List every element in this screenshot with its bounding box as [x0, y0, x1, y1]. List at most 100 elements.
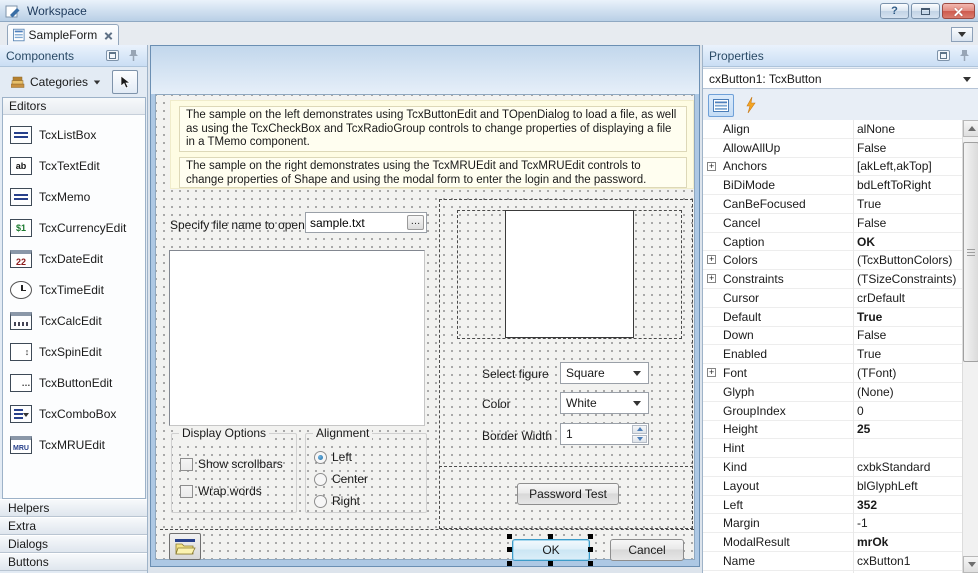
component-item[interactable]: TcxMRUEdit	[5, 429, 143, 460]
category-bar-extra[interactable]: Extra	[0, 517, 147, 535]
property-row[interactable]: EnabledTrue	[703, 345, 978, 364]
selection-handle[interactable]	[507, 534, 512, 539]
color-combobox[interactable]: White	[560, 392, 649, 414]
component-item[interactable]: TcxListBox	[5, 119, 143, 150]
align-left-radio[interactable]: Left	[314, 450, 352, 464]
scroll-up-button[interactable]	[963, 120, 978, 137]
tab-sampleform[interactable]: SampleForm	[7, 24, 119, 45]
categories-button[interactable]: Categories	[4, 70, 108, 94]
section-header-editors[interactable]: Editors	[3, 98, 145, 115]
property-row[interactable]: CanBeFocusedTrue	[703, 195, 978, 214]
property-row[interactable]: Colors(TcxButtonColors)	[703, 251, 978, 270]
pin-icon[interactable]	[128, 49, 139, 62]
checkbox-icon	[180, 485, 193, 498]
align-right-radio[interactable]: Right	[314, 494, 360, 508]
object-selector[interactable]: cxButton1: TcxButton	[703, 68, 978, 89]
component-item[interactable]: TcxTextEdit	[5, 150, 143, 181]
form-icon	[13, 28, 25, 42]
close-button[interactable]	[942, 3, 975, 19]
component-item[interactable]: TcxCalcEdit	[5, 305, 143, 336]
display-options-group[interactable]: Display Options Show scrollbars Wrap wor…	[171, 433, 297, 513]
property-row[interactable]: Anchors[akLeft,akTop]	[703, 158, 978, 177]
memo-icon	[10, 188, 32, 206]
property-row[interactable]: AllowAllUpFalse	[703, 139, 978, 158]
restore-panel-icon[interactable]	[106, 50, 119, 61]
ok-button[interactable]: OK	[512, 539, 590, 561]
selection-handle[interactable]	[548, 534, 553, 539]
category-bar-helpers[interactable]: Helpers	[0, 499, 147, 517]
property-row[interactable]: AlignalNone	[703, 120, 978, 139]
component-item[interactable]: TcxComboBox	[5, 398, 143, 429]
align-center-radio[interactable]: Center	[314, 472, 368, 486]
property-row[interactable]: Hint	[703, 439, 978, 458]
column-divider	[853, 120, 854, 573]
category-bar-buttons[interactable]: Buttons	[0, 553, 147, 571]
properties-view-button[interactable]	[708, 94, 734, 117]
expand-icon[interactable]	[707, 274, 716, 283]
restore-panel-icon[interactable]	[937, 50, 950, 61]
component-item[interactable]: TcxMemo	[5, 181, 143, 212]
component-item[interactable]: TcxButtonEdit	[5, 367, 143, 398]
property-row[interactable]: GroupIndex0	[703, 402, 978, 421]
time-icon	[10, 281, 32, 299]
scroll-down-button[interactable]	[963, 556, 978, 573]
designer-surface[interactable]: The sample on the left demonstrates usin…	[155, 94, 695, 560]
property-row[interactable]: Height25	[703, 421, 978, 440]
memo-control[interactable]	[169, 250, 425, 426]
scrollbar-thumb[interactable]	[963, 142, 978, 362]
property-row[interactable]: Constraints(TSizeConstraints)	[703, 270, 978, 289]
cancel-button[interactable]: Cancel	[610, 539, 684, 561]
minimize-button[interactable]	[911, 3, 940, 19]
shape-control[interactable]	[505, 210, 634, 338]
browse-button[interactable]: …	[407, 215, 424, 230]
property-row[interactable]: LayoutblGlyphLeft	[703, 477, 978, 496]
events-view-button[interactable]	[738, 94, 764, 117]
figure-combobox[interactable]: Square	[560, 362, 649, 384]
password-test-button[interactable]: Password Test	[517, 483, 619, 505]
property-row[interactable]: NamecxButton1	[703, 552, 978, 571]
alignment-title: Alignment	[313, 426, 372, 440]
expand-icon[interactable]	[707, 162, 716, 171]
component-item[interactable]: TcxCurrencyEdit	[5, 212, 143, 243]
component-item[interactable]: TcxDateEdit	[5, 243, 143, 274]
property-row[interactable]: CancelFalse	[703, 214, 978, 233]
property-row[interactable]: Margin-1	[703, 514, 978, 533]
property-row[interactable]: CursorcrDefault	[703, 289, 978, 308]
info-panel[interactable]: The sample on the left demonstrates usin…	[170, 100, 694, 189]
wrap-words-checkbox[interactable]: Wrap words	[180, 484, 262, 498]
border-width-spinedit[interactable]: 1	[560, 423, 649, 445]
selection-handle[interactable]	[588, 547, 593, 552]
component-item[interactable]: TcxTimeEdit	[5, 274, 143, 305]
selection-handle[interactable]	[548, 561, 553, 566]
select-cursor-button[interactable]	[112, 70, 138, 94]
pin-icon[interactable]	[959, 49, 970, 62]
spin-down-button[interactable]	[632, 435, 647, 444]
component-item[interactable]: TcxSpinEdit	[5, 336, 143, 367]
property-row[interactable]: DefaultTrue	[703, 308, 978, 327]
selection-handle[interactable]	[507, 547, 512, 552]
expand-icon[interactable]	[707, 368, 716, 377]
property-row[interactable]: CaptionOK	[703, 233, 978, 252]
category-bar-dialogs[interactable]: Dialogs	[0, 535, 147, 553]
alignment-group[interactable]: Alignment Left Center Right	[305, 433, 427, 513]
property-row[interactable]: Font(TFont)	[703, 364, 978, 383]
minimize-icon	[921, 8, 930, 15]
selection-handle[interactable]	[588, 534, 593, 539]
tab-list-button[interactable]	[951, 27, 973, 42]
property-row[interactable]: DownFalse	[703, 327, 978, 346]
expand-icon[interactable]	[707, 255, 716, 264]
property-row[interactable]: Left352	[703, 496, 978, 515]
tab-close-icon[interactable]	[103, 30, 113, 41]
vertical-scrollbar[interactable]	[962, 120, 978, 573]
property-row[interactable]: KindcxbkStandard	[703, 458, 978, 477]
calc-icon	[10, 312, 32, 330]
help-button[interactable]: ?	[880, 3, 909, 19]
property-row[interactable]: Glyph(None)	[703, 383, 978, 402]
spin-up-button[interactable]	[632, 425, 647, 434]
property-row[interactable]: ModalResultmrOk	[703, 533, 978, 552]
show-scrollbars-checkbox[interactable]: Show scrollbars	[180, 457, 283, 471]
open-dialog-component[interactable]	[169, 533, 201, 560]
property-row[interactable]: BiDiModebdLeftToRight	[703, 176, 978, 195]
selection-handle[interactable]	[507, 561, 512, 566]
selection-handle[interactable]	[588, 561, 593, 566]
